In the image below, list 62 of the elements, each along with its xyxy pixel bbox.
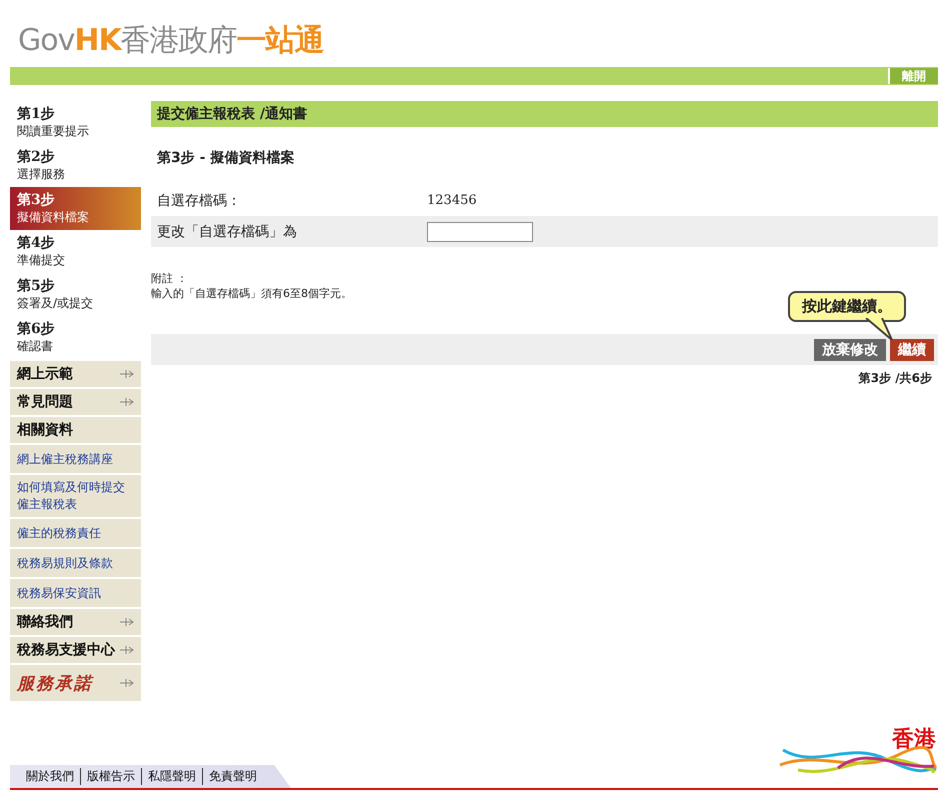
note-title: 附註 ： bbox=[151, 271, 188, 286]
menu-label: 常見問題 bbox=[17, 393, 73, 411]
step-item[interactable]: 第6步 確認書 bbox=[10, 316, 141, 359]
step-label: 擬備資料檔案 bbox=[17, 209, 90, 226]
footer-link[interactable]: 關於我們 bbox=[20, 768, 80, 785]
arrow-icon bbox=[120, 370, 134, 378]
sidebar-menu-item[interactable]: 服務承諾 bbox=[10, 665, 141, 701]
sidebar-link[interactable]: 僱主的稅務責任 bbox=[10, 519, 141, 547]
sidebar-menu-item[interactable]: 相關資料 bbox=[10, 417, 141, 443]
step-number: 第1步 bbox=[17, 105, 56, 123]
pledge-logo-text: 服務承諾 bbox=[17, 672, 93, 694]
step-number: 第3步 bbox=[17, 191, 56, 209]
arrow-icon bbox=[120, 398, 134, 406]
step-label: 確認書 bbox=[17, 338, 54, 355]
callout-pointer bbox=[864, 318, 894, 342]
step-counter: 第3步 /共6步 bbox=[858, 370, 932, 387]
step-number: 第6步 bbox=[17, 320, 56, 338]
footer-link[interactable]: 版權告示 bbox=[80, 768, 141, 785]
menu-label: 如何填寫及何時提交僱主報稅表 bbox=[17, 479, 126, 513]
sidebar-link[interactable]: 網上僱主稅務講座 bbox=[10, 445, 141, 473]
sidebar-menu-item[interactable]: 稅務易支援中心 bbox=[10, 637, 141, 663]
step-item[interactable]: 第3步 擬備資料檔案 bbox=[10, 187, 141, 230]
footer-link[interactable]: 免責聲明 bbox=[202, 768, 263, 785]
sidebar-link[interactable]: 稅務易規則及條款 bbox=[10, 549, 141, 577]
step-number: 第2步 bbox=[17, 148, 56, 166]
menu-label: 稅務易規則及條款 bbox=[17, 554, 113, 572]
step-item[interactable]: 第2步 選擇服務 bbox=[10, 144, 141, 187]
sidebar-link[interactable]: 稅務易保安資訊 bbox=[10, 579, 141, 607]
menu-label: 稅務易保安資訊 bbox=[17, 584, 101, 602]
menu-label: 網上僱主稅務講座 bbox=[17, 450, 113, 468]
arrow-icon bbox=[120, 679, 134, 687]
logo: GovHK香港政府一站通 bbox=[18, 22, 324, 56]
field-label: 自選存檔碼： bbox=[157, 192, 242, 210]
menu-label: 相關資料 bbox=[17, 421, 73, 439]
cancel-button[interactable]: 放棄修改 bbox=[814, 338, 886, 360]
footer-link[interactable]: 私隱聲明 bbox=[141, 768, 202, 785]
page-title: 提交僱主報稅表 /通知書 bbox=[151, 101, 938, 127]
step-heading: 第3步 - 擬備資料檔案 bbox=[157, 149, 296, 167]
step-label: 選擇服務 bbox=[17, 166, 66, 183]
menu-label: 網上示範 bbox=[17, 365, 73, 383]
step-label: 閱讀重要提示 bbox=[17, 123, 90, 140]
field-value: 123456 bbox=[427, 193, 478, 208]
menu-label: 聯絡我們 bbox=[17, 613, 73, 631]
step-item[interactable]: 第1步 閱讀重要提示 bbox=[10, 101, 141, 144]
arrow-icon bbox=[120, 618, 134, 626]
step-label: 準備提交 bbox=[17, 252, 66, 269]
field-label: 更改「自選存檔碼」為 bbox=[157, 222, 298, 240]
menu-label: 稅務易支援中心 bbox=[17, 641, 115, 659]
menu-label: 僱主的稅務責任 bbox=[17, 524, 101, 542]
step-number: 第5步 bbox=[17, 277, 56, 295]
step-number: 第4步 bbox=[17, 234, 56, 252]
arrow-icon bbox=[120, 646, 134, 654]
step-label: 簽署及/或提交 bbox=[17, 295, 94, 312]
continue-button[interactable]: 繼續 bbox=[890, 338, 934, 360]
sidebar-menu-item[interactable]: 網上示範 bbox=[10, 361, 141, 387]
sidebar-menu-item[interactable]: 常見問題 bbox=[10, 389, 141, 415]
sidebar-link[interactable]: 如何填寫及何時提交僱主報稅表 bbox=[10, 475, 141, 517]
note-text: 輸入的「自選存檔碼」須有6至8個字元。 bbox=[151, 286, 353, 301]
input-field[interactable] bbox=[427, 222, 533, 242]
step-item[interactable]: 第4步 準備提交 bbox=[10, 230, 141, 273]
sidebar-menu-item[interactable]: 聯絡我們 bbox=[10, 609, 141, 635]
step-item[interactable]: 第5步 簽署及/或提交 bbox=[10, 273, 141, 316]
